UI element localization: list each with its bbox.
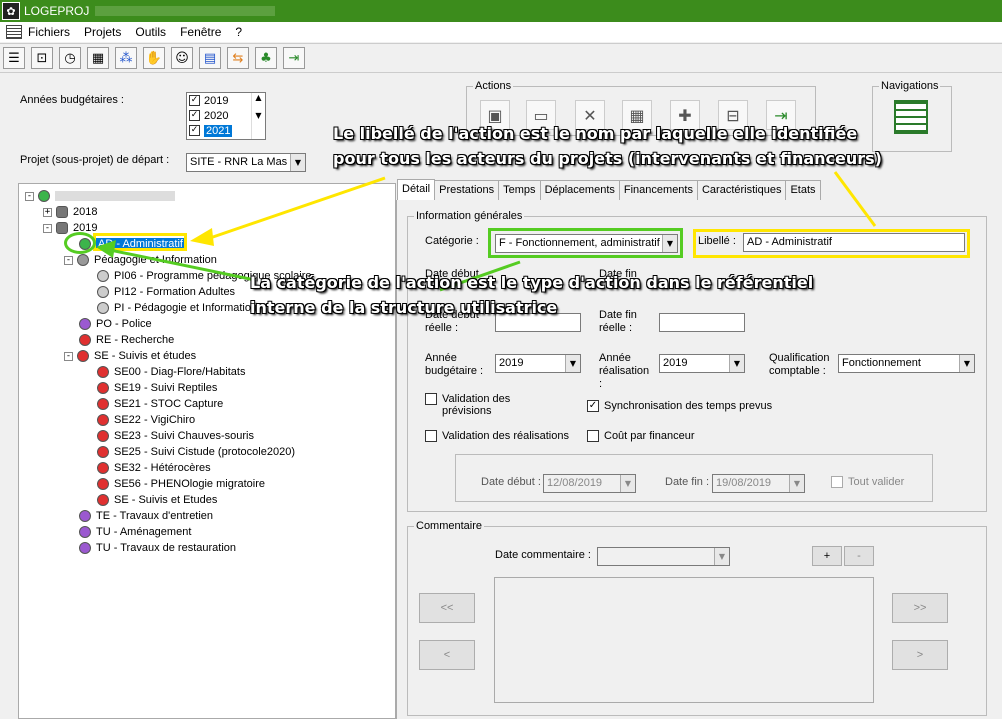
- libelle-annotation-line1: Le libellé de l'action est le nom par la…: [333, 124, 858, 143]
- categorie-annotation-line1: La catégorie de l'action est le type d'a…: [250, 273, 814, 292]
- categorie-arrow-head: [96, 240, 116, 258]
- categorie-annotation-line2: interne de la structure utilisatrice: [250, 298, 558, 317]
- annotation-arrows: [96, 171, 877, 292]
- libelle-arrow-head: [190, 228, 214, 246]
- libelle-connector: [833, 171, 877, 227]
- categorie-arrow: [109, 248, 256, 282]
- libelle-annotation-line2: pour tous les acteurs du projets (interv…: [333, 149, 882, 168]
- libelle-arrow: [209, 176, 386, 240]
